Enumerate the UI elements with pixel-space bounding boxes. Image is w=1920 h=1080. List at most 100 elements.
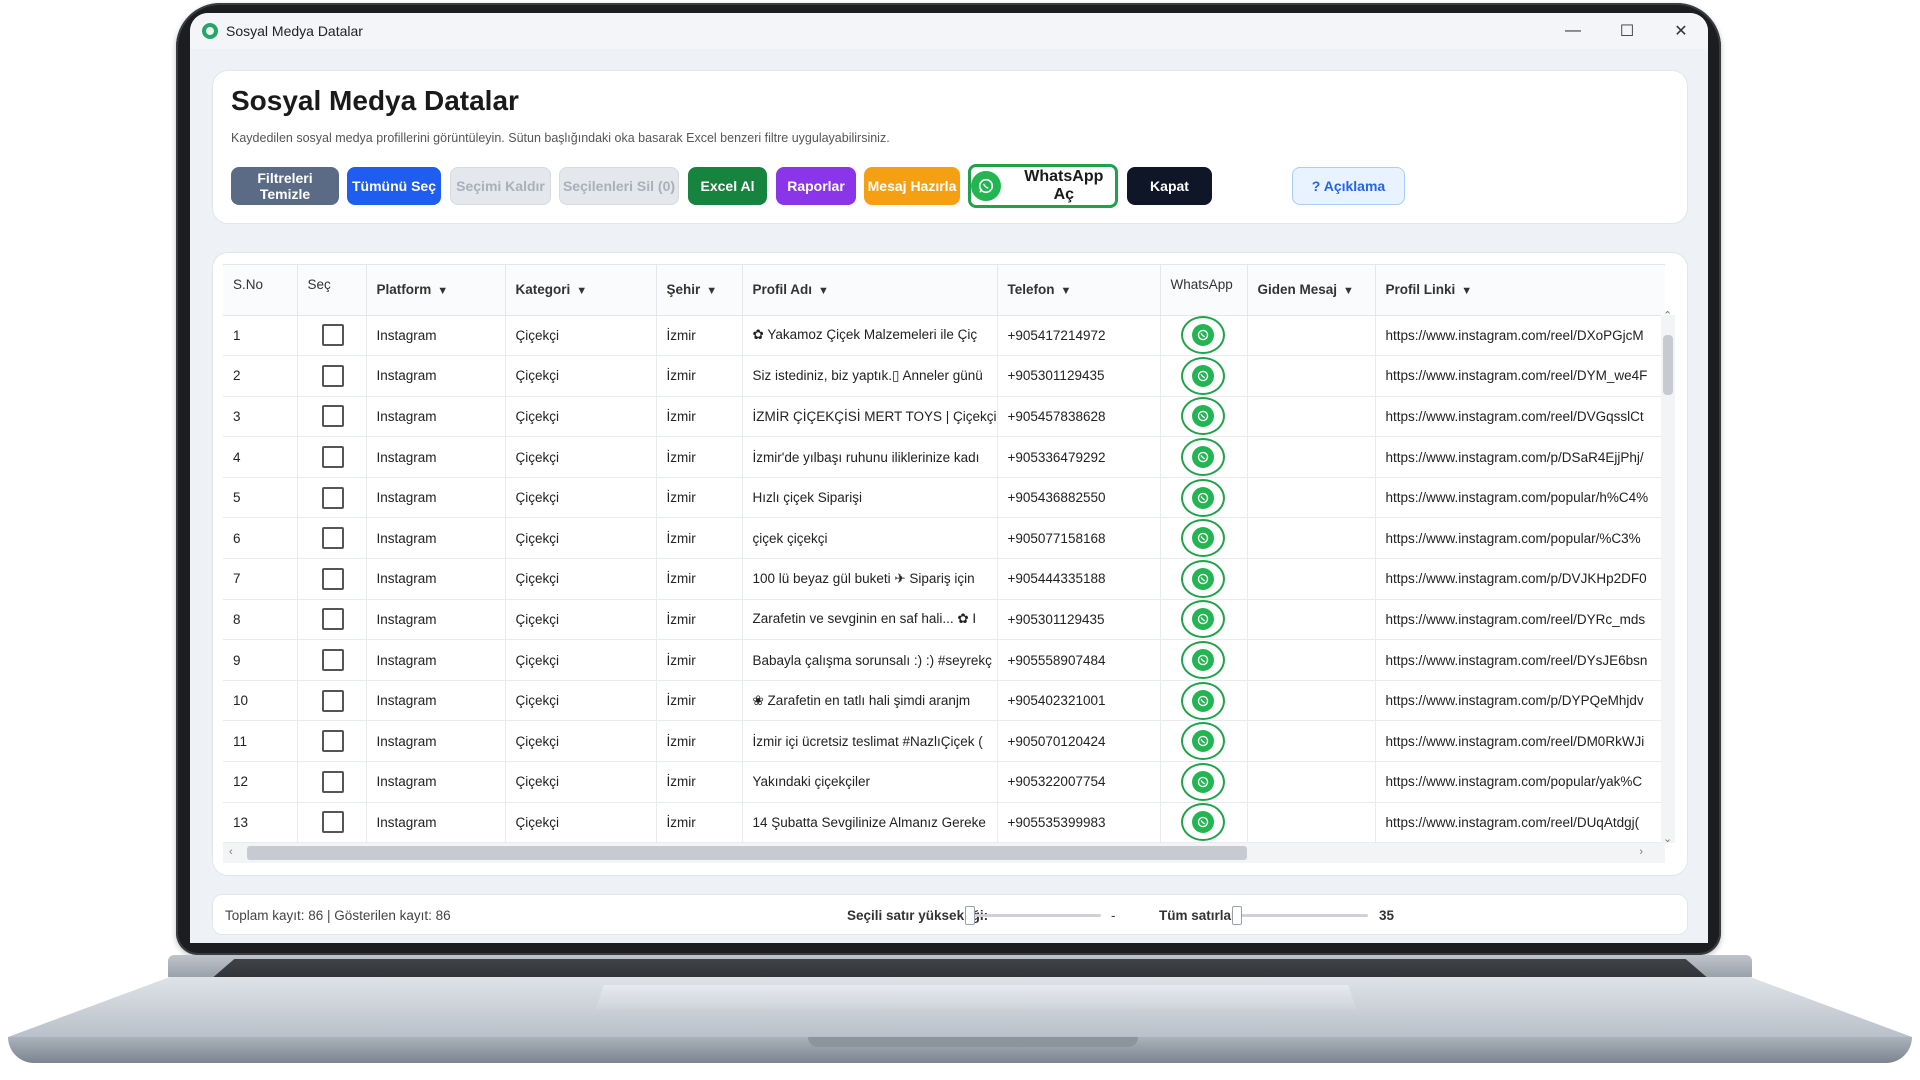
profile-link-cell[interactable]: https://www.instagram.com/reel/DVGqsslCt	[1375, 396, 1665, 438]
row-whatsapp-button[interactable]	[1180, 519, 1225, 558]
checkbox[interactable]	[321, 770, 344, 793]
checkbox[interactable]	[321, 730, 344, 753]
checkbox[interactable]	[321, 446, 344, 469]
checkbox[interactable]	[321, 608, 344, 631]
phone-cell: +905402321001	[997, 680, 1161, 722]
filter-arrow-icon[interactable]: ▼	[1343, 285, 1354, 297]
close-button[interactable]: Kapat	[1127, 167, 1212, 205]
filter-arrow-icon[interactable]: ▼	[706, 285, 717, 297]
column-header-category[interactable]: Kategori ▼	[505, 265, 657, 316]
row-whatsapp-button[interactable]	[1180, 600, 1225, 639]
row-whatsapp-button[interactable]	[1180, 438, 1225, 477]
row-whatsapp-button[interactable]	[1180, 803, 1225, 842]
vertical-scroll-thumb[interactable]	[1663, 335, 1673, 395]
row-height-slider-thumb[interactable]	[965, 906, 975, 925]
row-whatsapp-button[interactable]	[1180, 722, 1225, 761]
table-row[interactable]: 1 Instagram Çiçekçi İzmir ✿ Yakamoz Çiçek Ma…	[223, 315, 1665, 357]
clear-filters-button[interactable]: Filtreleri Temizle	[231, 167, 339, 205]
profile-link-cell[interactable]: https://www.instagram.com/reel/DYM_we4F	[1375, 355, 1665, 397]
column-header-outgoing-message[interactable]: Giden Mesaj ▼	[1247, 265, 1376, 316]
profile-link-cell[interactable]: https://www.instagram.com/popular/yak%C	[1375, 761, 1665, 803]
scroll-right-icon[interactable]: ›	[1639, 846, 1643, 858]
all-rows-slider-thumb[interactable]	[1232, 906, 1242, 925]
column-header-profile-link[interactable]: Profil Linki ▼	[1375, 265, 1665, 316]
horizontal-scrollbar[interactable]: ‹ ›	[223, 843, 1665, 863]
checkbox[interactable]	[321, 649, 344, 672]
profile-link-cell[interactable]: https://www.instagram.com/p/DSaR4EjjPhj/	[1375, 436, 1665, 478]
export-excel-button[interactable]: Excel Al	[688, 167, 767, 205]
title-bar: Sosyal Medya Datalar — ☐ ✕	[190, 13, 1708, 49]
table-row[interactable]: 5 Instagram Çiçekçi İzmir Hızlı çiçek Sipari…	[223, 477, 1665, 519]
deselect-button[interactable]: Seçimi Kaldır	[450, 167, 551, 205]
table-row[interactable]: 8 Instagram Çiçekçi İzmir Zarafetin ve sevgi…	[223, 599, 1665, 641]
column-header-platform[interactable]: Platform ▼	[366, 265, 506, 316]
profile-name-cell: Yakındaki çiçekçiler	[742, 761, 998, 803]
close-window-button[interactable]: ✕	[1654, 13, 1708, 49]
row-whatsapp-button[interactable]	[1180, 762, 1225, 801]
profile-link-cell[interactable]: https://www.instagram.com/reel/DYsJE6bsn	[1375, 639, 1665, 681]
column-header-phone[interactable]: Telefon ▼	[997, 265, 1161, 316]
row-number: 9	[223, 639, 298, 681]
profile-link-cell[interactable]: https://www.instagram.com/p/DYPQeMhjdv	[1375, 680, 1665, 722]
profile-link-cell[interactable]: https://www.instagram.com/popular/h%C4%	[1375, 477, 1665, 519]
checkbox[interactable]	[321, 405, 344, 428]
delete-selected-button[interactable]: Seçilenleri Sil (0)	[559, 167, 679, 205]
table-row[interactable]: 7 Instagram Çiçekçi İzmir 100 lü beyaz gül b…	[223, 558, 1665, 600]
row-whatsapp-button[interactable]	[1180, 356, 1225, 395]
column-header-city[interactable]: Şehir ▼	[656, 265, 743, 316]
checkbox[interactable]	[321, 689, 344, 712]
checkbox[interactable]	[321, 527, 344, 550]
horizontal-scroll-thumb[interactable]	[247, 846, 1247, 860]
checkbox[interactable]	[321, 486, 344, 509]
profile-link-cell[interactable]: https://www.instagram.com/p/DVJKHp2DF0	[1375, 558, 1665, 600]
scroll-left-icon[interactable]: ‹	[229, 846, 233, 858]
row-whatsapp-button[interactable]	[1180, 397, 1225, 436]
column-header-whatsapp[interactable]: WhatsApp	[1160, 265, 1248, 316]
outgoing-message-cell	[1247, 477, 1376, 519]
profile-link-cell[interactable]: https://www.instagram.com/reel/DM0RkWJi	[1375, 720, 1665, 763]
table-row[interactable]: 12 Instagram Çiçekçi İzmir Yakındaki çiçekçi…	[223, 761, 1665, 803]
row-whatsapp-button[interactable]	[1180, 681, 1225, 720]
all-rows-height-slider[interactable]	[1232, 906, 1368, 925]
filter-arrow-icon[interactable]: ▼	[437, 285, 448, 297]
column-header-select[interactable]: Seç	[297, 265, 367, 316]
checkbox[interactable]	[321, 811, 344, 834]
platform-cell: Instagram	[366, 355, 506, 397]
row-whatsapp-button[interactable]	[1180, 316, 1225, 355]
profile-link-cell[interactable]: https://www.instagram.com/reel/DYRc_mds	[1375, 599, 1665, 641]
open-whatsapp-button[interactable]: WhatsApp Aç	[968, 164, 1118, 208]
profile-link-cell[interactable]: https://www.instagram.com/reel/DXoPGjcM	[1375, 315, 1665, 357]
row-height-slider[interactable]	[965, 906, 1101, 925]
row-whatsapp-button[interactable]	[1180, 478, 1225, 517]
column-header-sno[interactable]: S.No	[223, 265, 298, 316]
profile-link-cell[interactable]: https://www.instagram.com/reel/DUqAtdgj(	[1375, 802, 1665, 844]
scroll-up-icon[interactable]: ⌃	[1663, 309, 1672, 322]
vertical-scrollbar[interactable]: ⌃ ⌄	[1661, 310, 1675, 845]
checkbox[interactable]	[321, 364, 344, 387]
reports-button[interactable]: Raporlar	[776, 167, 856, 205]
profile-link-cell[interactable]: https://www.instagram.com/popular/%C3%	[1375, 517, 1665, 560]
filter-arrow-icon[interactable]: ▼	[576, 285, 587, 297]
table-row[interactable]: 11 Instagram Çiçekçi İzmir İzmir içi ücretsi…	[223, 720, 1665, 763]
category-cell: Çiçekçi	[505, 720, 657, 763]
row-whatsapp-button[interactable]	[1180, 559, 1225, 598]
help-button[interactable]: ? Açıklama	[1292, 167, 1405, 205]
column-header-profile-name[interactable]: Profil Adı ▼	[742, 265, 998, 316]
row-whatsapp-button[interactable]	[1180, 641, 1225, 680]
prepare-message-button[interactable]: Mesaj Hazırla	[864, 167, 960, 205]
table-row[interactable]: 10 Instagram Çiçekçi İzmir ❀ Zarafetin en ta…	[223, 680, 1665, 722]
filter-arrow-icon[interactable]: ▼	[818, 285, 829, 297]
table-row[interactable]: 6 Instagram Çiçekçi İzmir çiçek çiçekçi +9050…	[223, 517, 1665, 560]
table-row[interactable]: 13 Instagram Çiçekçi İzmir 14 Şubatta Sevgil…	[223, 802, 1665, 844]
table-row[interactable]: 3 Instagram Çiçekçi İzmir İZMİR ÇİÇEKÇİSİ ME…	[223, 396, 1665, 438]
filter-arrow-icon[interactable]: ▼	[1461, 285, 1472, 297]
select-all-button[interactable]: Tümünü Seç	[347, 167, 441, 205]
filter-arrow-icon[interactable]: ▼	[1061, 285, 1072, 297]
table-row[interactable]: 2 Instagram Çiçekçi İzmir Siz istediniz, biz…	[223, 355, 1665, 397]
table-row[interactable]: 4 Instagram Çiçekçi İzmir İzmir'de yılbaşı r…	[223, 436, 1665, 478]
minimize-button[interactable]: —	[1546, 13, 1600, 49]
checkbox[interactable]	[321, 324, 344, 347]
checkbox[interactable]	[321, 567, 344, 590]
table-row[interactable]: 9 Instagram Çiçekçi İzmir Babayla çalışma so…	[223, 639, 1665, 681]
maximize-button[interactable]: ☐	[1600, 13, 1654, 49]
